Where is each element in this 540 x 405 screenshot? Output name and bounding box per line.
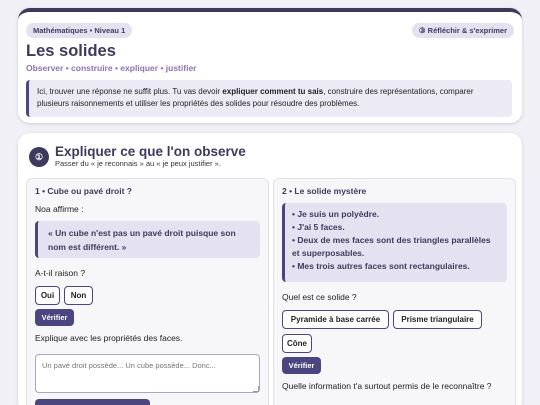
explanation-textarea[interactable] <box>35 354 260 393</box>
question-2-panel: 2 • Le solide mystère Je suis un polyèdr… <box>273 178 516 405</box>
intro-box: Ici, trouver une réponse ne suffit plus.… <box>26 80 512 117</box>
clue-item: Mes trois autres faces sont rectangulair… <box>292 260 500 273</box>
question-2-prompt: Quel est ce solide ? <box>282 292 357 302</box>
level-tag: Mathématiques • Niveau 1 <box>26 23 133 38</box>
verify-button-2[interactable]: Vérifier <box>282 357 321 374</box>
textarea-resize-handle[interactable] <box>253 386 259 392</box>
header-card: Mathématiques • Niveau 1 ③ Réfléchir & s… <box>18 8 522 123</box>
option-pyramide-button[interactable]: Pyramide à base carrée <box>282 310 389 329</box>
clue-item: Je suis un polyèdre. <box>292 208 500 221</box>
followup-prompt: Quelle information t'a surtout permis de… <box>282 381 492 391</box>
mode-tag: ③ Réfléchir & s'exprimer <box>411 23 514 38</box>
noa-quote: « Un cube n'est pas un pavé droit puisqu… <box>35 221 260 258</box>
question-1-prompt: A-t-il raison ? <box>35 268 86 278</box>
section-title: Expliquer ce que l'on observe <box>55 144 246 159</box>
page-subtitle: Observer • construire • expliquer • just… <box>26 63 197 73</box>
clue-item: J'ai 5 faces. <box>292 221 500 234</box>
explain-prompt: Explique avec les propriétés des faces. <box>35 333 183 343</box>
page-title: Les solides <box>26 42 116 60</box>
question-1-intro: Noa affirme : <box>35 204 84 214</box>
question-1-title: 1 • Cube ou pavé droit ? <box>35 186 132 196</box>
section-subtitle: Passer du « je reconnais » au « je peux … <box>55 159 221 168</box>
question-2-title: 2 • Le solide mystère <box>282 186 367 196</box>
section-card: ① Expliquer ce que l'on observe Passer d… <box>18 133 522 405</box>
option-cone-button[interactable]: Cône <box>282 334 312 353</box>
intro-text-bold: expliquer comment tu sais <box>222 87 324 96</box>
option-non-button[interactable]: Non <box>64 286 93 305</box>
question-1-panel: 1 • Cube ou pavé droit ? Noa affirme : «… <box>26 178 269 405</box>
intro-text-start: Ici, trouver une réponse ne suffit plus.… <box>37 87 223 96</box>
option-oui-button[interactable]: Oui <box>35 286 60 305</box>
verify-button-1[interactable]: Vérifier <box>35 309 74 326</box>
clue-item: Deux de mes faces sont des triangles par… <box>292 234 500 260</box>
option-prisme-button[interactable]: Prisme triangulaire <box>393 310 482 329</box>
next-action-button[interactable] <box>35 399 150 405</box>
step-badge: ① <box>29 147 49 167</box>
mystery-clues: Je suis un polyèdre. J'ai 5 faces. Deux … <box>282 203 507 282</box>
